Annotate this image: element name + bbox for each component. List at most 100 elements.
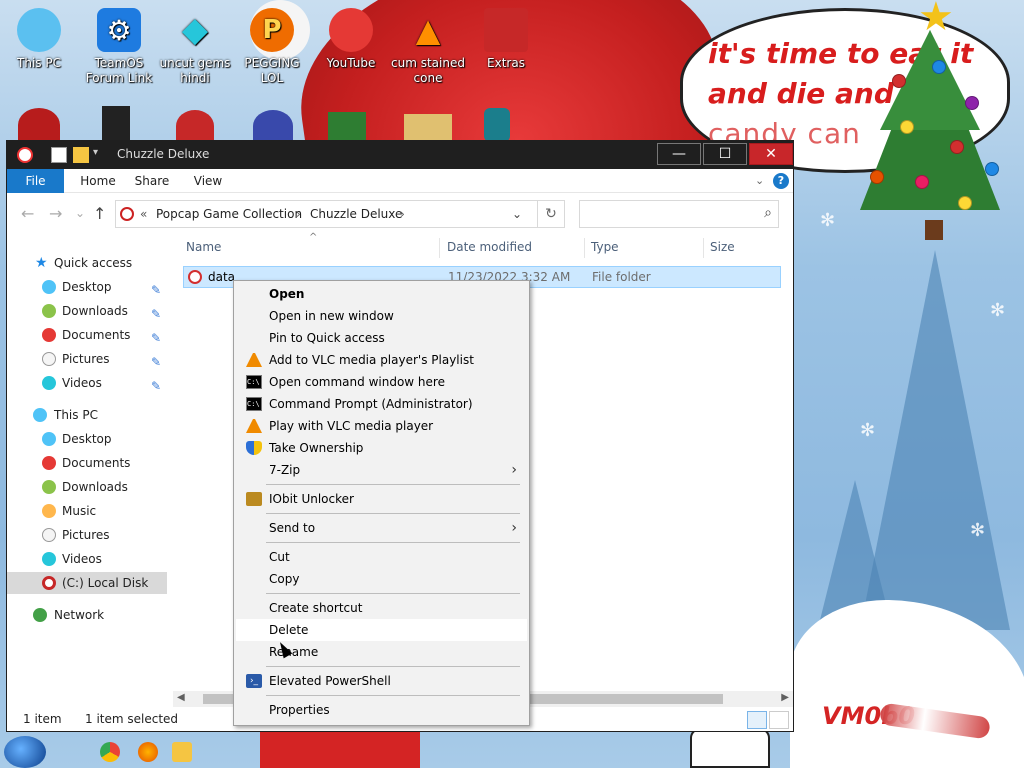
help-icon[interactable]: ?	[773, 173, 789, 189]
recent-locations-icon[interactable]: ⌄	[75, 206, 85, 220]
desktop-icon-partial[interactable]	[404, 114, 452, 142]
nav-this-pc[interactable]: This PC	[7, 404, 167, 426]
ribbon-expand-icon[interactable]: ⌄	[755, 174, 764, 187]
desktop-icon-partial[interactable]	[102, 106, 130, 142]
address-bar[interactable]: « Popcap Game Collection › Chuzzle Delux…	[115, 200, 565, 228]
large-icons-view-button[interactable]	[769, 711, 789, 729]
tab-view[interactable]: View	[185, 169, 231, 193]
menu-item-7zip[interactable]: 7-Zip ›	[236, 459, 527, 481]
chrome-icon[interactable]	[100, 742, 120, 762]
address-dropdown-icon[interactable]: ⌄	[512, 207, 522, 221]
folder-app-icon	[120, 207, 134, 221]
address-overflow[interactable]: «	[140, 207, 147, 221]
column-header-size[interactable]: Size	[710, 240, 735, 254]
minimize-button[interactable]: —	[657, 143, 701, 165]
menu-item-iobit-unlocker[interactable]: IObit Unlocker	[236, 488, 527, 510]
desktop-icon-partial[interactable]	[484, 108, 510, 142]
menu-item-delete[interactable]: Delete	[236, 619, 527, 641]
desktop-icon-youtube[interactable]: YouTube	[312, 8, 390, 71]
nav-pc-music[interactable]: Music	[7, 500, 167, 522]
breadcrumb-separator[interactable]: ›	[296, 207, 301, 221]
nav-pc-videos[interactable]: Videos	[7, 548, 167, 570]
menu-item-open-command-window[interactable]: C:\ Open command window here	[236, 371, 527, 393]
nav-quick-access[interactable]: ★ Quick access	[7, 252, 167, 274]
file-explorer-icon[interactable]	[172, 742, 192, 762]
nav-network[interactable]: Network	[7, 604, 167, 626]
menu-label: Open in new window	[269, 309, 394, 323]
chevron-down-icon[interactable]: ▾	[93, 147, 98, 158]
nav-qa-pictures[interactable]: Pictures ✎	[7, 348, 167, 370]
nav-qa-videos[interactable]: Videos ✎	[7, 372, 167, 394]
title-bar[interactable]: ▾ Chuzzle Deluxe — ☐ ✕	[7, 141, 793, 169]
column-divider[interactable]	[584, 238, 585, 258]
new-folder-icon[interactable]	[73, 147, 89, 163]
menu-item-vlc-playlist[interactable]: Add to VLC media player's Playlist	[236, 349, 527, 371]
column-header-name[interactable]: Name	[186, 240, 221, 254]
menu-item-open[interactable]: Open	[236, 283, 527, 305]
menu-item-pin-quick-access[interactable]: Pin to Quick access	[236, 327, 527, 349]
tab-home[interactable]: Home	[73, 169, 123, 193]
pin-icon[interactable]: ✎	[151, 351, 161, 373]
menu-item-create-shortcut[interactable]: Create shortcut	[236, 597, 527, 619]
refresh-button[interactable]: ↻	[537, 200, 565, 228]
navigation-pane: ★ Quick access Desktop ✎ Downloads ✎ Doc…	[7, 234, 167, 704]
breadcrumb-separator[interactable]: ›	[400, 207, 405, 221]
desktop-icon-pegging[interactable]: P PEGGING LOL	[233, 8, 311, 86]
back-arrow-icon[interactable]: ←	[21, 204, 34, 223]
details-view-button[interactable]	[747, 711, 767, 729]
tab-share[interactable]: Share	[129, 169, 175, 193]
pin-icon[interactable]: ✎	[151, 327, 161, 349]
nav-label: Downloads	[62, 480, 128, 494]
tab-file[interactable]: File	[7, 169, 64, 193]
maximize-button[interactable]: ☐	[703, 143, 747, 165]
pin-icon[interactable]: ✎	[151, 375, 161, 397]
column-header-type[interactable]: Type	[591, 240, 619, 254]
nav-qa-documents[interactable]: Documents ✎	[7, 324, 167, 346]
desktop-icon-partial[interactable]	[18, 108, 60, 142]
desktop-icon-teamos[interactable]: ⚙ TeamOS Forum Link	[80, 8, 158, 86]
desktop-icon-partial[interactable]	[176, 110, 214, 142]
menu-item-cut[interactable]: Cut	[236, 546, 527, 568]
nav-label: Pictures	[62, 352, 110, 366]
search-box[interactable]: ⌕	[579, 200, 779, 228]
firefox-icon[interactable]	[138, 742, 158, 762]
nav-pc-downloads[interactable]: Downloads	[7, 476, 167, 498]
menu-item-open-new-window[interactable]: Open in new window	[236, 305, 527, 327]
menu-item-send-to[interactable]: Send to ›	[236, 517, 527, 539]
breadcrumb-item[interactable]: Chuzzle Deluxe	[310, 207, 402, 221]
nav-pc-local-disk[interactable]: (C:) Local Disk	[7, 572, 167, 594]
desktop-icon-partial[interactable]	[253, 110, 293, 142]
column-divider[interactable]	[703, 238, 704, 258]
scroll-right-icon[interactable]: ▶	[781, 692, 789, 703]
menu-label: Open	[269, 287, 305, 301]
desktop-icon-extras[interactable]: Extras	[467, 8, 545, 71]
menu-item-take-ownership[interactable]: Take Ownership	[236, 437, 527, 459]
menu-item-elevated-powershell[interactable]: ›_ Elevated PowerShell	[236, 670, 527, 692]
nav-pc-desktop[interactable]: Desktop	[7, 428, 167, 450]
close-button[interactable]: ✕	[749, 143, 793, 165]
pin-icon[interactable]: ✎	[151, 279, 161, 301]
up-arrow-icon[interactable]: ↑	[93, 204, 106, 223]
scroll-left-icon[interactable]: ◀	[177, 692, 185, 703]
desktop-icon-cone[interactable]: ▲ cum stained cone	[389, 8, 467, 86]
pin-icon[interactable]: ✎	[151, 303, 161, 325]
menu-item-copy[interactable]: Copy	[236, 568, 527, 590]
properties-icon[interactable]	[51, 147, 67, 163]
breadcrumb-item[interactable]: Popcap Game Collection	[156, 207, 302, 221]
menu-item-play-vlc[interactable]: Play with VLC media player	[236, 415, 527, 437]
desktop-icon-this-pc[interactable]: This PC	[0, 8, 78, 71]
nav-pc-pictures[interactable]: Pictures	[7, 524, 167, 546]
nav-pc-documents[interactable]: Documents	[7, 452, 167, 474]
desktop-icon-partial[interactable]	[328, 112, 366, 142]
nav-qa-downloads[interactable]: Downloads ✎	[7, 300, 167, 322]
column-divider[interactable]	[439, 238, 440, 258]
menu-item-command-prompt-admin[interactable]: C:\ Command Prompt (Administrator)	[236, 393, 527, 415]
pine-tree-art	[860, 250, 1010, 630]
menu-item-properties[interactable]: Properties	[236, 699, 527, 721]
desktop-icon-uncut-gems[interactable]: ◆ uncut gems hindi	[156, 8, 234, 86]
nav-qa-desktop[interactable]: Desktop ✎	[7, 276, 167, 298]
column-header-date[interactable]: Date modified	[447, 240, 532, 254]
downloads-icon	[42, 304, 56, 318]
start-button[interactable]	[4, 736, 46, 768]
forward-arrow-icon[interactable]: →	[49, 204, 62, 223]
